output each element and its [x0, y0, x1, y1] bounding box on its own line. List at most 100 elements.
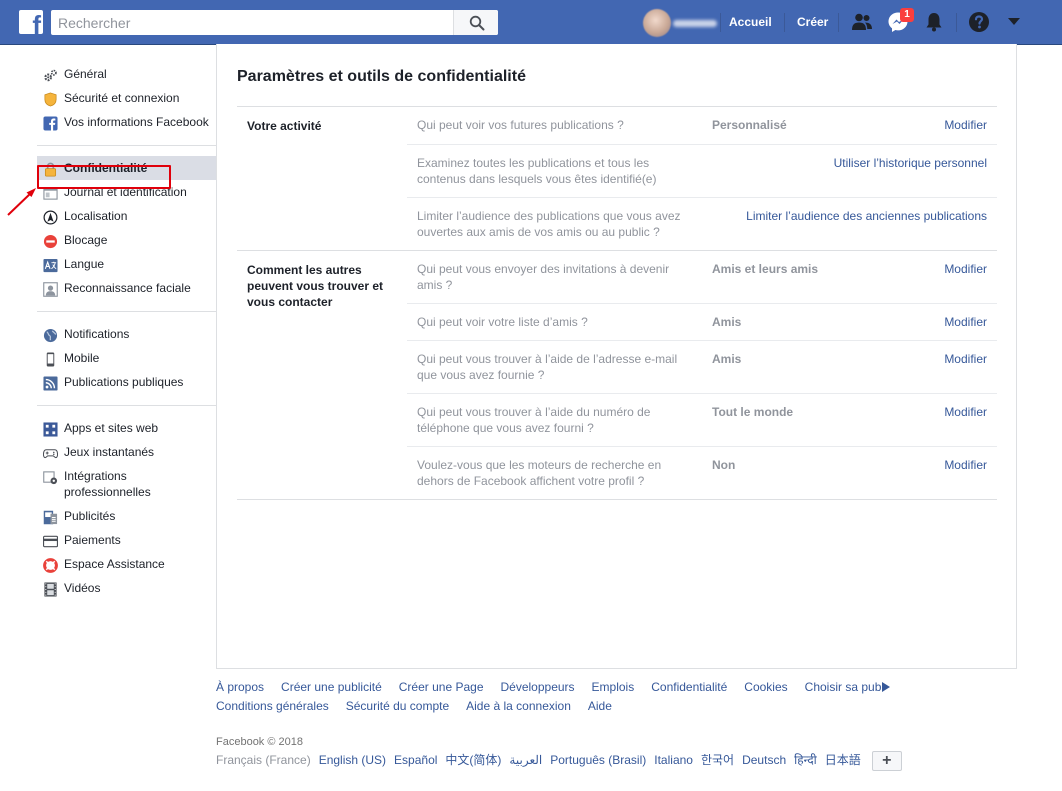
- language-link[interactable]: 한국어: [701, 753, 734, 767]
- language-link[interactable]: Italiano: [654, 753, 693, 767]
- language-link[interactable]: Português (Brasil): [550, 753, 646, 767]
- sidebar-item-notifications[interactable]: Notifications: [37, 322, 216, 346]
- nav-separator: [956, 13, 957, 32]
- globe-icon: [43, 328, 58, 343]
- edit-link[interactable]: Modifier: [944, 117, 987, 133]
- more-languages-button[interactable]: +: [871, 751, 902, 771]
- sidebar-item-security[interactable]: Sécurité et connexion: [37, 86, 216, 110]
- edit-link[interactable]: Modifier: [944, 314, 987, 330]
- language-link[interactable]: 中文(简体): [445, 753, 501, 767]
- rss-icon: [43, 376, 58, 391]
- setting-question: Qui peut vous trouver à l’aide du numéro…: [417, 405, 651, 435]
- sidebar-item-label: Espace Assistance: [64, 557, 165, 571]
- sidebar-item-mobile[interactable]: Mobile: [37, 346, 216, 370]
- top-bar: f Accueil Créer 1: [0, 0, 1062, 45]
- sidebar-item-language[interactable]: Langue: [37, 252, 216, 276]
- footer-link-terms[interactable]: Conditions générales: [216, 699, 329, 713]
- edit-link[interactable]: Modifier: [944, 351, 987, 367]
- sidebar-item-label: Mobile: [64, 351, 100, 365]
- setting-row: Qui peut voir vos futures publications ?…: [407, 107, 997, 144]
- setting-question: Examinez toutes les publications et tous…: [417, 156, 657, 186]
- sidebar-item-instant-games[interactable]: Jeux instantanés: [37, 440, 216, 464]
- setting-value: Personnalisé: [712, 118, 787, 132]
- footer-link-cookies[interactable]: Cookies: [744, 680, 787, 694]
- card-icon: [43, 535, 58, 548]
- limit-past-posts-link[interactable]: Limiter l’audience des anciennes publica…: [746, 208, 987, 224]
- footer-link-careers[interactable]: Emplois: [592, 680, 635, 694]
- sidebar-divider: [37, 145, 216, 146]
- sidebar-item-privacy[interactable]: Confidentialité: [37, 156, 216, 180]
- sidebar-item-label: Langue: [64, 257, 105, 271]
- sidebar-item-location[interactable]: Localisation: [37, 204, 216, 228]
- footer-link-create-page[interactable]: Créer une Page: [399, 680, 484, 694]
- bell-icon[interactable]: [922, 10, 946, 34]
- search-button[interactable]: [453, 10, 498, 35]
- profile-link[interactable]: [643, 9, 719, 37]
- facebook-logo-letter: f: [32, 10, 41, 34]
- dropdown-arrow-icon[interactable]: [1007, 17, 1021, 27]
- language-link[interactable]: العربية: [509, 753, 542, 767]
- setting-row: Limiter l’audience des publications que …: [407, 197, 997, 250]
- activity-log-link[interactable]: Utiliser l’historique personnel: [834, 155, 987, 171]
- footer-link-login-help[interactable]: Aide à la connexion: [466, 699, 571, 713]
- footer-links-row: Conditions générales Sécurité du compte Ai…: [216, 697, 1016, 716]
- language-selector: Français (France) English (US) Español 中文(简…: [216, 751, 910, 771]
- footer-link-ad-choices[interactable]: Choisir sa pub: [805, 680, 891, 694]
- sidebar-item-label: Publications publiques: [64, 375, 184, 389]
- sidebar-item-blocking[interactable]: Blocage: [37, 228, 216, 252]
- sidebar-item-label: Paiements: [64, 533, 121, 547]
- sidebar-item-label: Apps et sites web: [64, 421, 159, 435]
- sidebar-item-label: Localisation: [64, 209, 128, 223]
- block-icon: [43, 234, 58, 249]
- search-input[interactable]: [51, 10, 451, 35]
- language-link[interactable]: हिन्दी: [794, 753, 817, 767]
- edit-link[interactable]: Modifier: [944, 457, 987, 473]
- footer-link-create-ad[interactable]: Créer une publicité: [281, 680, 382, 694]
- create-link[interactable]: Créer: [797, 15, 828, 29]
- location-icon: [43, 210, 58, 225]
- footer-link-privacy[interactable]: Confidentialité: [651, 680, 727, 694]
- facebook-logo-icon[interactable]: f: [19, 10, 43, 34]
- section-how-people-find-you: Comment les autres peuvent vous trouver …: [237, 250, 997, 500]
- apps-icon: [43, 422, 58, 437]
- help-icon[interactable]: [967, 10, 991, 34]
- face-icon: [43, 282, 58, 297]
- setting-question: Qui peut vous trouver à l’aide de l’adre…: [417, 352, 678, 382]
- language-link[interactable]: Deutsch: [742, 753, 786, 767]
- sidebar-item-payments[interactable]: Paiements: [37, 528, 216, 552]
- friends-icon[interactable]: [850, 10, 874, 34]
- annotation-arrow-icon: [7, 188, 36, 216]
- sidebar-item-label: Vos informations Facebook: [64, 115, 209, 129]
- sidebar-item-videos[interactable]: Vidéos: [37, 576, 216, 600]
- sidebar-item-support-inbox[interactable]: Espace Assistance: [37, 552, 216, 576]
- nav-separator: [838, 13, 839, 32]
- sidebar-item-timeline-tagging[interactable]: Journal et identification: [37, 180, 216, 204]
- sidebar-item-face-recognition[interactable]: Reconnaissance faciale: [37, 276, 216, 300]
- sidebar-item-business-integrations[interactable]: Intégrations professionnelles: [37, 464, 216, 504]
- messenger-badge: 1: [900, 8, 914, 22]
- setting-row: Voulez-vous que les moteurs de recherche…: [407, 446, 997, 499]
- footer-link-help[interactable]: Aide: [588, 699, 612, 713]
- avatar: [643, 9, 671, 37]
- setting-question: Voulez-vous que les moteurs de recherche…: [417, 458, 662, 488]
- footer-link-developers[interactable]: Développeurs: [501, 680, 575, 694]
- language-link[interactable]: English (US): [319, 753, 386, 767]
- gears-icon: [44, 69, 57, 82]
- home-link[interactable]: Accueil: [729, 15, 772, 29]
- language-link[interactable]: Español: [394, 753, 437, 767]
- edit-link[interactable]: Modifier: [944, 404, 987, 420]
- footer-links-row: À propos Créer une publicité Créer une Pag…: [216, 678, 1016, 697]
- sidebar-item-general[interactable]: Général: [37, 62, 216, 86]
- sidebar-item-label: Journal et identification: [64, 185, 187, 199]
- setting-row: Qui peut vous trouver à l’aide de l’adre…: [407, 340, 997, 393]
- sidebar-item-ads[interactable]: Publicités: [37, 504, 216, 528]
- sidebar-item-your-facebook-information[interactable]: Vos informations Facebook: [37, 110, 216, 134]
- language-link[interactable]: 日本語: [825, 753, 861, 767]
- sidebar-item-apps-websites[interactable]: Apps et sites web: [37, 416, 216, 440]
- mobile-icon: [46, 352, 55, 367]
- footer-link-account-security[interactable]: Sécurité du compte: [346, 699, 449, 713]
- sidebar-item-public-posts[interactable]: Publications publiques: [37, 370, 216, 394]
- footer-link-about[interactable]: À propos: [216, 680, 264, 694]
- nav-separator: [784, 13, 785, 32]
- edit-link[interactable]: Modifier: [944, 261, 987, 277]
